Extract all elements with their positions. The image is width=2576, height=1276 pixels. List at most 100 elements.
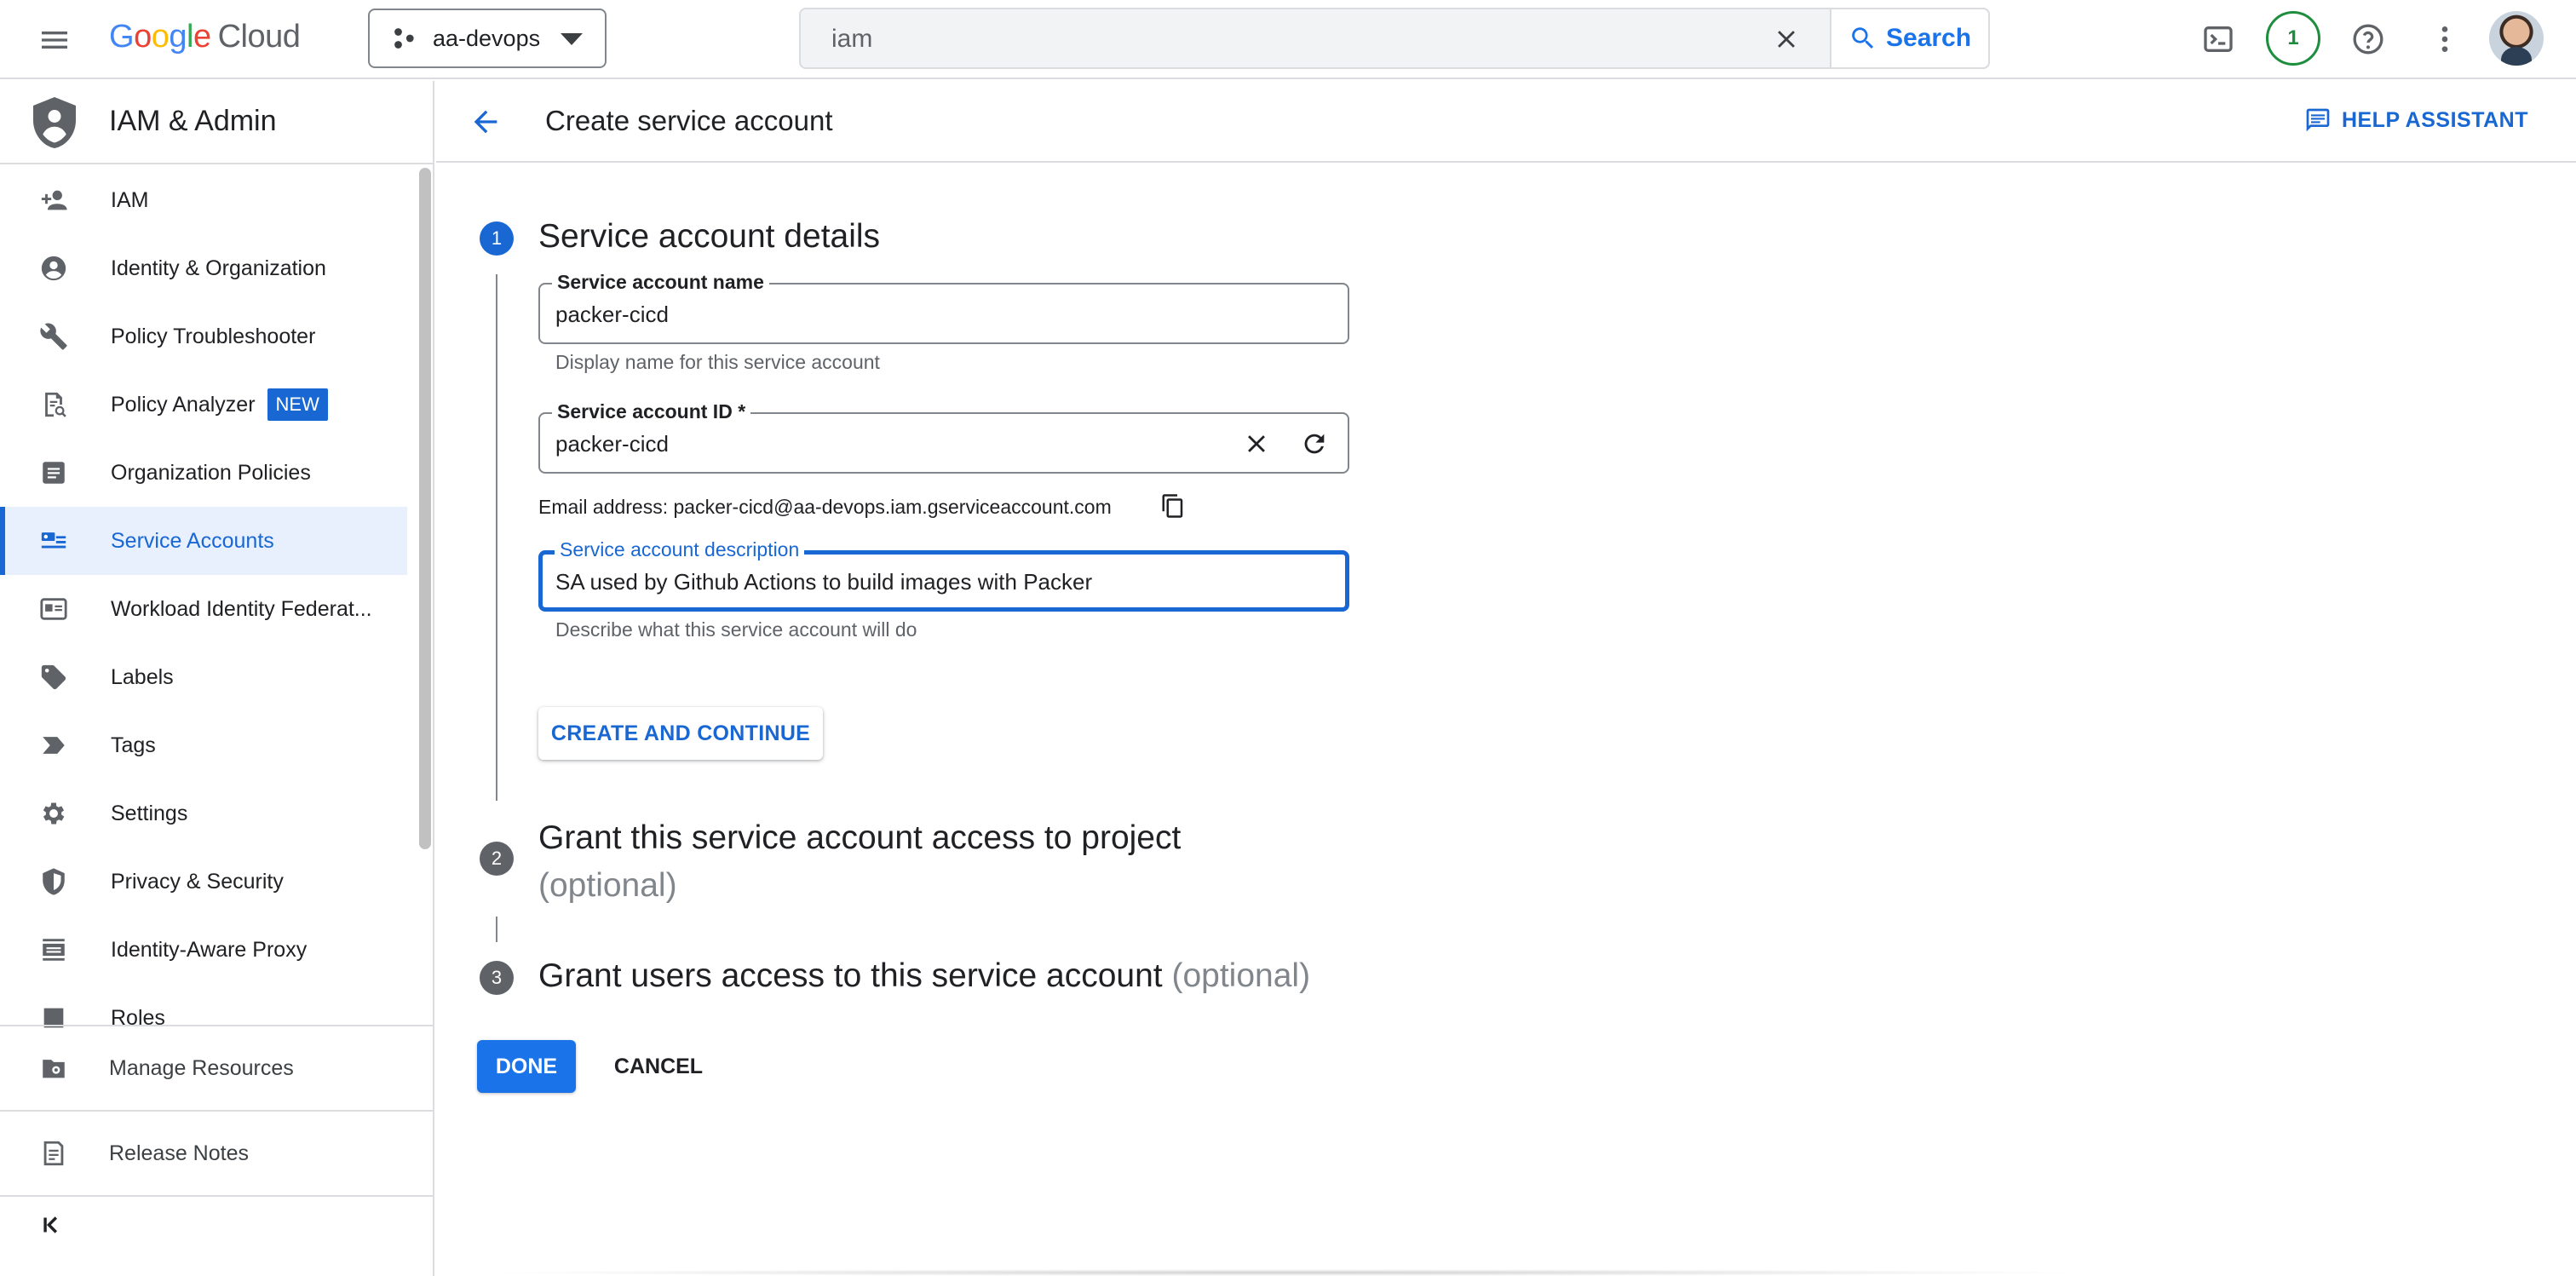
sidebar-footer: Manage Resources Release Notes: [0, 1025, 433, 1197]
project-selector[interactable]: aa-devops: [368, 9, 607, 68]
search-button-label: Search: [1886, 24, 1972, 52]
optional-label: (optional): [538, 867, 677, 904]
step-2-circle: 2: [480, 842, 514, 876]
help-assistant-label: HELP ASSISTANT: [2341, 107, 2528, 132]
step-connector: [496, 917, 497, 942]
clear-search-icon[interactable]: [1772, 25, 1801, 54]
step-3-title[interactable]: Grant users access to this service accou…: [538, 957, 1310, 995]
service-account-id-field[interactable]: Service account ID * packer-cicd: [538, 400, 1349, 474]
sidebar-item-label: Identity & Organization: [111, 256, 326, 280]
logo-letter: o: [134, 19, 152, 55]
service-account-icon: [41, 532, 66, 549]
google-cloud-logo[interactable]: Google Cloud: [109, 19, 301, 55]
sidebar-item-identity-organization[interactable]: Identity & Organization: [0, 234, 407, 302]
sidebar-item-label: IAM: [111, 187, 149, 212]
sidebar-item-policy-troubleshooter[interactable]: Policy Troubleshooter: [0, 302, 407, 371]
sidebar-item-label: Service Accounts: [111, 528, 274, 553]
service-account-name-input[interactable]: packer-cicd: [555, 302, 669, 328]
sidebar-scrollbar[interactable]: [419, 168, 431, 849]
account-circle-icon: [41, 256, 66, 281]
step-2-title[interactable]: Grant this service account access to pro…: [538, 814, 1181, 910]
avatar[interactable]: [2489, 11, 2544, 66]
sidebar-item-tags[interactable]: Tags: [0, 711, 407, 779]
name-hint: Display name for this service account: [555, 351, 880, 373]
search-button[interactable]: Search: [1830, 8, 1990, 69]
project-icon: [394, 28, 414, 49]
sidebar-item-iam[interactable]: IAM: [0, 166, 407, 234]
optional-label: (optional): [1171, 957, 1311, 994]
service-account-id-input[interactable]: packer-cicd: [555, 431, 669, 457]
list-document-icon: [43, 462, 65, 484]
top-bar: Google Cloud aa-devops iam Search 1: [0, 0, 2576, 79]
more-vert-icon[interactable]: [2428, 22, 2462, 56]
project-name: aa-devops: [433, 25, 541, 51]
step-connector: [496, 274, 497, 801]
sidebar-header: IAM & Admin: [0, 81, 434, 164]
sidebar-item-privacy-security[interactable]: Privacy & Security: [0, 848, 407, 916]
sidebar-item-workload-identity-federation[interactable]: Workload Identity Federat...: [0, 575, 407, 643]
chevron-down-icon: [561, 33, 583, 45]
new-badge: NEW: [267, 388, 328, 421]
step-title-text: Service account details: [538, 218, 881, 255]
sidebar-item-policy-analyzer[interactable]: Policy Analyzer NEW: [0, 371, 407, 439]
create-and-continue-button[interactable]: CREATE AND CONTINUE: [538, 707, 823, 760]
field-label: Service account name: [552, 271, 769, 294]
main-menu-icon[interactable]: [37, 23, 72, 57]
search-bar[interactable]: iam Search: [799, 8, 1990, 69]
sidebar-item-label: Settings: [111, 801, 188, 825]
sidebar-item-label: Privacy & Security: [111, 869, 284, 894]
sidebar-item-organization-policies[interactable]: Organization Policies: [0, 439, 407, 507]
service-account-description-input[interactable]: SA used by Github Actions to build image…: [555, 569, 1092, 595]
cloud-shell-icon[interactable]: [2201, 22, 2235, 56]
step-title-text: Grant users access to this service accou…: [538, 957, 1163, 994]
page-header: Create service account HELP ASSISTANT: [436, 81, 2576, 163]
service-account-description-field[interactable]: Service account description SA used by G…: [538, 538, 1349, 612]
sidebar-item-labels[interactable]: Labels: [0, 643, 407, 711]
id-card-icon: [40, 598, 67, 620]
step-title-text: Grant this service account access to pro…: [538, 819, 1182, 856]
search-input[interactable]: iam: [831, 25, 872, 54]
logo-letter: l: [186, 19, 193, 55]
done-button[interactable]: DONE: [477, 1040, 576, 1093]
label-icon: [41, 664, 66, 690]
sidebar-item-label: Workload Identity Federat...: [111, 596, 372, 621]
page-title: Create service account: [545, 105, 833, 136]
document-search-icon: [45, 392, 66, 417]
proxy-icon: [43, 939, 65, 961]
sidebar-title: IAM & Admin: [109, 105, 277, 137]
notifications-badge[interactable]: 1: [2266, 11, 2320, 66]
sidebar-item-identity-aware-proxy[interactable]: Identity-Aware Proxy: [0, 916, 407, 984]
sidebar-item-label: Labels: [111, 664, 174, 689]
chat-icon: [2306, 108, 2330, 132]
collapse-sidebar-icon[interactable]: [39, 1210, 68, 1239]
folder-gear-icon: [43, 1060, 65, 1078]
shield-icon: [43, 868, 65, 895]
back-arrow-icon[interactable]: [469, 105, 503, 139]
iam-shield-icon: [33, 97, 76, 148]
gear-icon: [43, 802, 65, 825]
sidebar-item-settings[interactable]: Settings: [0, 779, 407, 848]
cancel-button[interactable]: CANCEL: [596, 1040, 721, 1093]
sidebar-item-release-notes[interactable]: Release Notes: [0, 1112, 433, 1195]
refresh-icon[interactable]: [1300, 429, 1329, 458]
help-assistant-button[interactable]: HELP ASSISTANT: [2304, 106, 2528, 134]
wrench-icon: [40, 323, 67, 350]
field-label: Service account ID *: [552, 400, 751, 423]
bottom-panel-shadow: [477, 1269, 2096, 1276]
step-1-title[interactable]: Service account details: [538, 218, 880, 256]
help-icon[interactable]: [2351, 22, 2385, 56]
sidebar-item-service-accounts[interactable]: Service Accounts: [0, 507, 407, 575]
clear-id-icon[interactable]: [1242, 429, 1271, 458]
search-icon: [1852, 27, 1874, 49]
sidebar-item-label: Tags: [111, 733, 156, 757]
service-account-name-field[interactable]: Service account name packer-cicd: [538, 271, 1349, 344]
sidebar-nav: IAM Identity & Organization Policy Troub…: [0, 166, 407, 1108]
logo-letter: o: [151, 19, 170, 55]
logo-letter: e: [193, 19, 211, 55]
description-hint: Describe what this service account will …: [555, 618, 917, 641]
copy-icon[interactable]: [1160, 492, 1186, 520]
sidebar-item-label: Manage Resources: [109, 1055, 294, 1080]
divider: [0, 1195, 433, 1197]
step-1-circle: 1: [480, 221, 514, 256]
sidebar-item-manage-resources[interactable]: Manage Resources: [0, 1026, 433, 1110]
